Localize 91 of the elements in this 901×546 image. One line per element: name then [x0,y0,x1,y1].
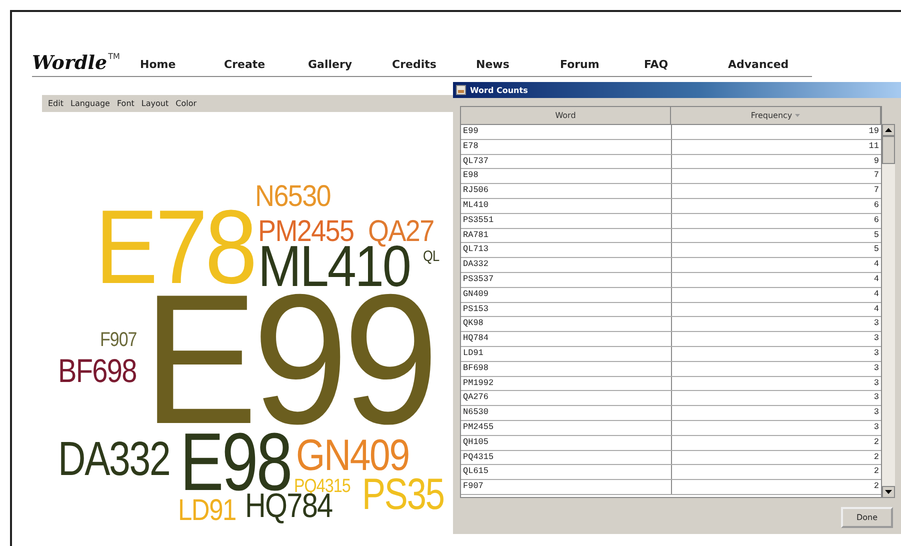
down-arrow-icon [885,490,892,494]
table-cell: DA332 [461,258,672,272]
cloud-word: E78 [95,209,255,287]
scroll-up-button[interactable] [882,124,895,136]
table-cell-text: 6 [872,198,880,212]
scroll-down-button[interactable] [882,486,895,498]
table-cell-text: 4 [872,302,880,316]
table-cell-text: 4 [872,288,880,301]
table-cell: E99 [461,125,672,139]
table-cell-text: 6 [872,214,880,227]
table-cell-text: 5 [872,228,880,242]
table-cell-text: 2 [872,436,880,449]
table-cell-text: 3 [872,391,880,404]
table-cell-text: 3 [872,362,880,375]
table-cell: RA781 [461,228,672,242]
menu-item[interactable]: Edit [48,98,64,109]
window-icon [456,85,466,95]
table-cell-text: 7 [872,184,880,198]
table-cell: QH105 [461,436,672,450]
table-cell-text: 11 [868,140,880,153]
table-cell-text: 3 [872,406,880,420]
column-header[interactable]: Word [461,107,671,124]
table-cell: E98 [461,169,672,184]
table-cell-text: 7 [872,169,880,182]
table-cell: LD91 [461,346,672,361]
cloud-word: F907 [100,333,137,348]
table-cell-text: 2 [872,450,880,464]
table-cell: QK98 [461,317,672,332]
table-cell: ML410 [461,198,672,213]
menu-item[interactable]: Language [70,98,110,109]
table-cell: PQ4315 [461,450,672,464]
table-cell: PM2455 [461,420,672,435]
up-arrow-icon [885,128,892,132]
sort-down-icon [795,114,800,117]
table-cell-text: 9 [872,154,880,168]
table-cell-text: 2 [872,480,880,494]
menu-item[interactable]: Layout [141,98,169,109]
nav-link[interactable]: FAQ [644,58,728,74]
table-cell: E78 [461,140,672,154]
nav-link[interactable]: Credits [392,58,476,74]
table-cell: GN409 [461,288,672,302]
cloud-word: DA332 [58,442,170,478]
table-cell-text: 3 [872,317,880,330]
table-cell: QA276 [461,391,672,406]
scroll-thumb[interactable] [882,136,895,164]
table-cell: N6530 [461,406,672,420]
done-button[interactable]: Done [841,507,893,528]
cloud-word: E99 [143,292,434,429]
window-title: Word Counts [470,86,528,94]
table-cell: PS3551 [461,214,672,228]
cloud-word: PS35 [362,479,444,512]
cloud-word: BF698 [58,359,136,384]
cloud-word: N6530 [255,186,331,208]
nav-link[interactable]: Create [224,58,308,74]
table-cell-text: 3 [872,376,880,390]
nav-link[interactable]: Home [140,58,224,74]
table-cell: PS153 [461,302,672,316]
table-cell-text: 4 [872,258,880,272]
table-cell-text: 3 [872,420,880,434]
nav-link[interactable]: Advanced [728,58,812,74]
table-cell-text: 2 [872,465,880,478]
cloud-word: GN409 [296,440,409,473]
menu-item[interactable]: Color [176,98,196,109]
cloud-word: LD91 [178,500,236,522]
table-cell-text: 4 [872,272,880,286]
cloud-word: ML410 [258,246,410,289]
table-cell-text: 19 [868,125,880,138]
nav-link[interactable]: Forum [560,58,644,74]
table-cell: F907 [461,480,672,494]
column-header[interactable]: Frequency [671,107,881,124]
cloud-word: PQ4315 [294,480,350,494]
nav-link[interactable]: News [476,58,560,74]
cloud-word: E98 [180,433,291,494]
table-cell: QL713 [461,243,672,258]
table-cell: PS3537 [461,272,672,287]
nav-link[interactable]: Gallery [308,58,392,74]
table-cell-text: 5 [872,243,880,256]
cloud-word: PM2455 [258,221,354,244]
table-cell: BF698 [461,362,672,376]
trademark-mark: TM [108,52,120,61]
cloud-word: QL [423,251,440,262]
table-cell-text: 3 [872,346,880,360]
wordle-logo[interactable]: Wordle [32,52,108,74]
table-cell-text: 3 [872,332,880,346]
table-cell: PM1992 [461,376,672,390]
scrollbar[interactable] [882,124,895,498]
menu-item[interactable]: Font [116,98,134,109]
table-cell: QL615 [461,465,672,480]
table-cell: RJ506 [461,184,672,198]
table-cell: HQ784 [461,332,672,346]
table-cell: QL737 [461,154,672,168]
